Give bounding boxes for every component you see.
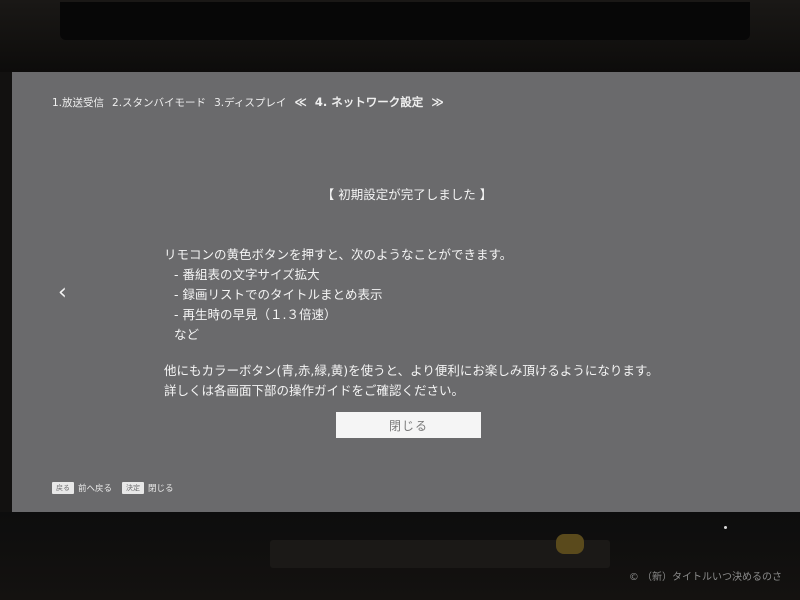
etc-text: など bbox=[174, 327, 200, 342]
power-led bbox=[724, 526, 727, 529]
dialog-title: 【 初期設定が完了しました 】 bbox=[321, 187, 493, 202]
breadcrumb-left-marker: ≪ bbox=[294, 95, 307, 109]
tv-screen: 1.放送受信 2.スタンバイモード 3.ディスプレイ ≪ 4. ネットワーク設定… bbox=[12, 72, 800, 512]
note-text: 他にもカラーボタン(青,赤,緑,黄)を使うと、より便利にお楽しみ頂けるようになり… bbox=[164, 363, 659, 378]
feature-item: - 録画リストでのタイトルまとめ表示 bbox=[174, 287, 383, 302]
chevron-left-icon[interactable]: ‹ bbox=[58, 282, 72, 304]
room-background bbox=[0, 0, 800, 72]
breadcrumb-step-display: 3.ディスプレイ bbox=[214, 96, 287, 109]
shelf-object bbox=[556, 534, 584, 554]
breadcrumb-step-network: 4. ネットワーク設定 bbox=[314, 95, 424, 109]
back-key-badge: 戻る bbox=[52, 482, 74, 494]
operation-guide: 戻る 前へ戻る 決定 閉じる bbox=[52, 482, 180, 494]
watermark: © （新）タイトルいつ決めるのさ bbox=[628, 572, 782, 583]
dialog-body: リモコンの黄色ボタンを押すと、次のようなことができます。 - 番組表の文字サイズ… bbox=[164, 245, 684, 401]
back-key-label: 前へ戻る bbox=[78, 484, 113, 494]
close-button[interactable]: 閉じる bbox=[336, 412, 481, 438]
breadcrumb-right-marker: ≫ bbox=[431, 95, 444, 109]
setup-breadcrumb: 1.放送受信 2.スタンバイモード 3.ディスプレイ ≪ 4. ネットワーク設定… bbox=[52, 94, 444, 110]
breadcrumb-step-broadcast: 1.放送受信 bbox=[52, 96, 105, 109]
note-text: 詳しくは各画面下部の操作ガイドをご確認ください。 bbox=[164, 383, 465, 398]
intro-text: リモコンの黄色ボタンを押すと、次のようなことができます。 bbox=[164, 247, 513, 262]
breadcrumb-step-standby: 2.スタンバイモード bbox=[112, 96, 207, 109]
ok-key-badge: 決定 bbox=[122, 482, 145, 494]
ok-key-label: 閉じる bbox=[148, 484, 174, 494]
overhead-bar bbox=[60, 2, 750, 40]
feature-item: - 番組表の文字サイズ拡大 bbox=[174, 267, 320, 282]
feature-item: - 再生時の早見（１.３倍速） bbox=[174, 307, 337, 322]
